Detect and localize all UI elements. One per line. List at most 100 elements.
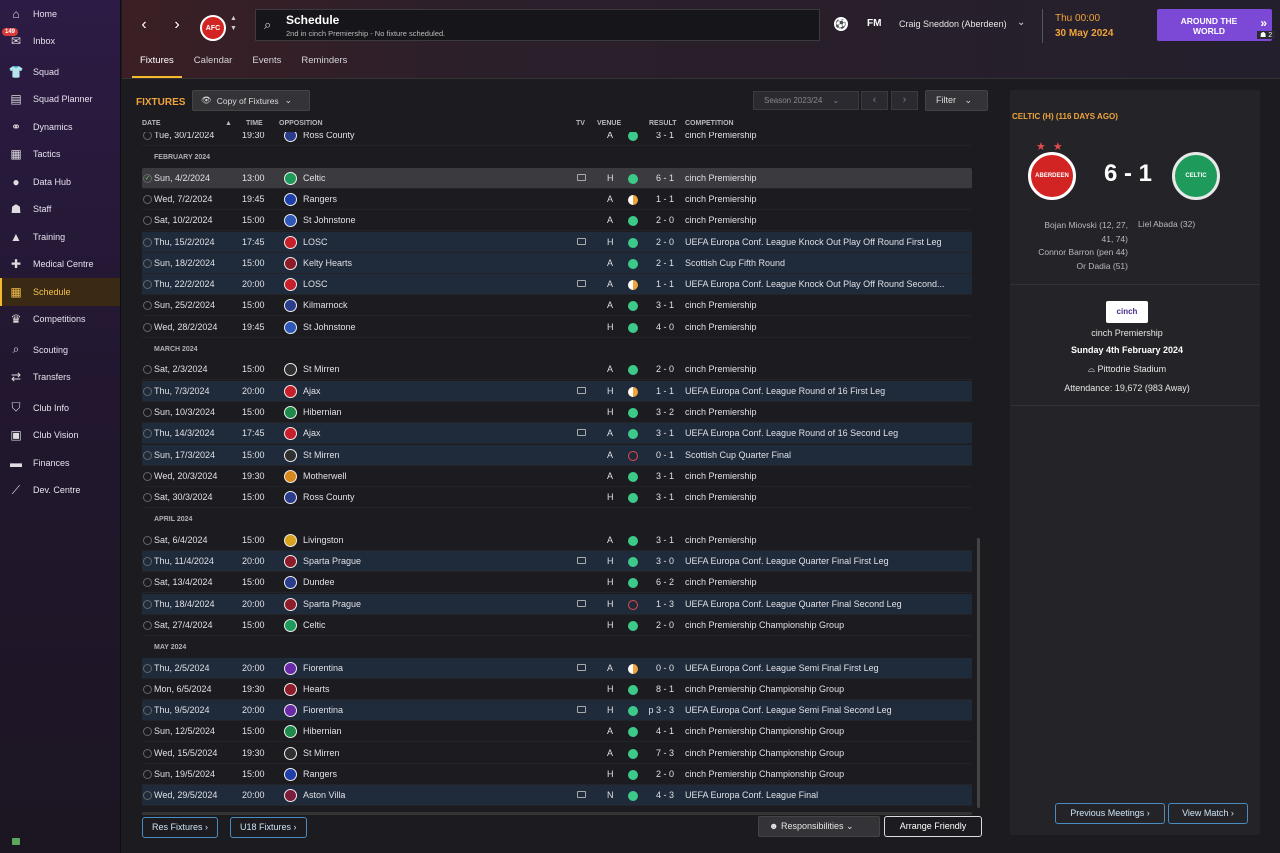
opposition-crest-icon[interactable]	[284, 491, 297, 505]
sidebar-item-squad-planner[interactable]: ▤ Squad Planner	[0, 86, 120, 114]
arrange-friendly-button[interactable]: Arrange Friendly	[884, 816, 982, 837]
opposition-name[interactable]: Ross County	[303, 492, 355, 502]
col-competition[interactable]: COMPETITION	[685, 120, 734, 127]
opposition-name[interactable]: Celtic	[303, 173, 326, 183]
table-row[interactable]: Mon, 6/5/2024 19:30 Hearts H 8 - 1 cinch Prem…	[142, 679, 972, 700]
opposition-crest-icon[interactable]	[284, 256, 297, 270]
opposition-crest-icon[interactable]	[284, 299, 297, 313]
opposition-crest-icon[interactable]	[284, 363, 297, 377]
opposition-crest-icon[interactable]	[284, 427, 297, 441]
fixture-score[interactable]: 2 - 1	[656, 258, 674, 268]
opposition-crest-icon[interactable]	[284, 192, 297, 206]
table-row[interactable]: Sun, 12/5/2024 15:00 Hibernian A 4 - 1 cinch …	[142, 721, 972, 743]
sidebar-item-squad[interactable]: 👕 Squad	[0, 58, 120, 86]
sidebar-item-data-hub[interactable]: ● Data Hub	[0, 168, 120, 196]
opposition-name[interactable]: Ross County	[303, 132, 355, 140]
table-row[interactable]: Thu, 14/3/2024 17:45 Ajax A 3 - 1 UEFA Europa…	[142, 423, 972, 445]
table-row[interactable]: Thu, 7/3/2024 20:00 Ajax H 1 - 1 UEFA Europa …	[142, 380, 972, 402]
competition-name[interactable]: cinch Premiership Championship Group	[685, 748, 844, 758]
table-row[interactable]: Sat, 13/4/2024 15:00 Dundee H 6 - 2 cinch Pre…	[142, 572, 972, 594]
opposition-crest-icon[interactable]	[284, 725, 297, 739]
fixture-score[interactable]: 3 - 2	[656, 407, 674, 417]
fixture-score[interactable]: 6 - 2	[656, 577, 674, 587]
opposition-crest-icon[interactable]	[284, 533, 297, 547]
competition-name[interactable]: cinch Premiership	[685, 132, 757, 140]
competition-name[interactable]: UEFA Europa Conf. League Quarter Final S…	[685, 599, 902, 609]
opposition-crest-icon[interactable]	[284, 214, 297, 228]
fixture-score[interactable]: 1 - 1	[656, 386, 674, 396]
competition-name[interactable]: cinch Premiership Championship Group	[685, 769, 844, 779]
fixture-score[interactable]: 3 - 0	[656, 556, 674, 566]
sidebar-item-transfers[interactable]: ⇄ Transfers	[0, 364, 120, 392]
opposition-crest-icon[interactable]	[284, 320, 297, 334]
opposition-name[interactable]: Dundee	[303, 577, 335, 587]
opposition-name[interactable]: St Johnstone	[303, 215, 356, 225]
opposition-name[interactable]: Motherwell	[303, 471, 347, 481]
view-dropdown[interactable]: 👁 Copy of Fixtures ⌄	[192, 90, 310, 111]
fixture-score[interactable]: 4 - 3	[656, 790, 674, 800]
table-row[interactable]: Sat, 2/3/2024 15:00 St Mirren A 2 - 0 cinch P…	[142, 359, 972, 381]
chevron-down-icon[interactable]: ⌄	[1017, 17, 1025, 28]
next-season-button[interactable]: ›	[891, 91, 918, 110]
opposition-name[interactable]: Fiorentina	[303, 705, 343, 715]
table-row[interactable]: Sat, 6/4/2024 15:00 Livingston A 3 - 1 cinch …	[142, 530, 972, 551]
table-row[interactable]: Thu, 2/5/2024 20:00 Fiorentina A 0 - 0 UEFA E…	[142, 657, 972, 679]
fixture-score[interactable]: 0 - 0	[656, 663, 674, 673]
opposition-crest-icon[interactable]	[284, 448, 297, 462]
opposition-name[interactable]: Hibernian	[303, 407, 342, 417]
table-row[interactable]: Sun, 17/3/2024 15:00 St Mirren A 0 - 1 Scotti…	[142, 444, 972, 466]
fixture-score[interactable]: 0 - 1	[656, 450, 674, 460]
opposition-name[interactable]: Kelty Hearts	[303, 258, 352, 268]
opposition-name[interactable]: Sparta Prague	[303, 556, 361, 566]
competition-name[interactable]: UEFA Europa Conf. League Final	[685, 790, 818, 800]
sidebar-item-tactics[interactable]: ▦ Tactics	[0, 141, 120, 169]
opposition-crest-icon[interactable]	[284, 171, 297, 185]
table-row[interactable]: Thu, 15/2/2024 17:45 LOSC H 2 - 0 UEFA Europa…	[142, 231, 972, 253]
table-row[interactable]: Thu, 18/4/2024 20:00 Sparta Prague H 1 - 3 UE…	[142, 593, 972, 615]
table-row[interactable]: Wed, 7/2/2024 19:45 Rangers A 1 - 1 cinch Pre…	[142, 189, 972, 210]
competition-name[interactable]: Scottish Cup Fifth Round	[685, 258, 785, 268]
opposition-crest-icon[interactable]	[284, 555, 297, 568]
tab-calendar[interactable]: Calendar	[186, 48, 241, 78]
season-dropdown[interactable]: Season 2023/24 ⌄	[753, 91, 859, 110]
home-crest[interactable]: ABERDEEN	[1028, 152, 1076, 200]
col-opposition[interactable]: OPPOSITION	[279, 120, 323, 127]
fixture-score[interactable]: 1 - 1	[656, 194, 674, 204]
sidebar-item-home[interactable]: ⌂ Home	[0, 0, 120, 28]
fixture-score[interactable]: 1 - 1	[656, 279, 674, 289]
fixture-score[interactable]: 3 - 1	[656, 492, 674, 502]
fixture-score[interactable]: 3 - 1	[656, 428, 674, 438]
opposition-crest-icon[interactable]	[284, 469, 297, 483]
competition-logo[interactable]: cinch	[1106, 301, 1148, 323]
fixture-score[interactable]: 3 - 1	[656, 535, 674, 545]
sidebar-item-club-info[interactable]: ⛉ Club Info	[0, 394, 120, 422]
sidebar-item-finances[interactable]: ▬ Finances	[0, 449, 120, 477]
filter-button[interactable]: Filter ⌄	[925, 90, 988, 111]
col-result[interactable]: RESULT	[649, 120, 676, 127]
fixture-score[interactable]: 4 - 1	[656, 726, 674, 736]
opposition-name[interactable]: Aston Villa	[303, 790, 345, 800]
away-crest[interactable]: CELTIC	[1172, 152, 1220, 200]
tab-fixtures[interactable]: Fixtures	[132, 48, 182, 78]
search-icon[interactable]: ⌕	[264, 17, 271, 33]
table-row[interactable]: Wed, 20/3/2024 19:30 Motherwell A 3 - 1 cinch…	[142, 466, 972, 487]
opposition-crest-icon[interactable]	[284, 278, 297, 292]
res-fixtures-button[interactable]: Res Fixtures ›	[142, 817, 219, 838]
football-icon[interactable]: ⚽	[834, 17, 848, 31]
table-row[interactable]: ✓ Sun, 4/2/2024 13:00 Celtic H 6 - 1 cinch Pre…	[142, 167, 972, 189]
fixture-score[interactable]: 2 - 0	[656, 215, 674, 225]
opposition-crest-icon[interactable]	[284, 746, 297, 760]
competition-name[interactable]: cinch Premiership Championship Group	[685, 620, 844, 630]
fm-logo[interactable]: FM	[867, 18, 881, 29]
sidebar-item-dynamics[interactable]: ⚭ Dynamics	[0, 113, 120, 141]
fixture-score[interactable]: 6 - 1	[656, 173, 674, 183]
competition-name[interactable]: cinch Premiership	[685, 300, 757, 310]
sidebar-item-training[interactable]: ▲ Training	[0, 223, 120, 251]
col-date[interactable]: DATE	[142, 120, 161, 127]
forward-arrow-icon[interactable]: ›	[166, 14, 188, 36]
table-row[interactable]: Wed, 28/2/2024 19:45 St Johnstone H 4 - 0 cin…	[142, 317, 972, 338]
competition-name[interactable]: cinch Premiership	[685, 364, 757, 374]
sort-arrow-icon[interactable]: ▲	[225, 120, 232, 127]
col-tv[interactable]: TV	[576, 120, 585, 127]
view-match-button[interactable]: View Match ›	[1168, 803, 1248, 824]
